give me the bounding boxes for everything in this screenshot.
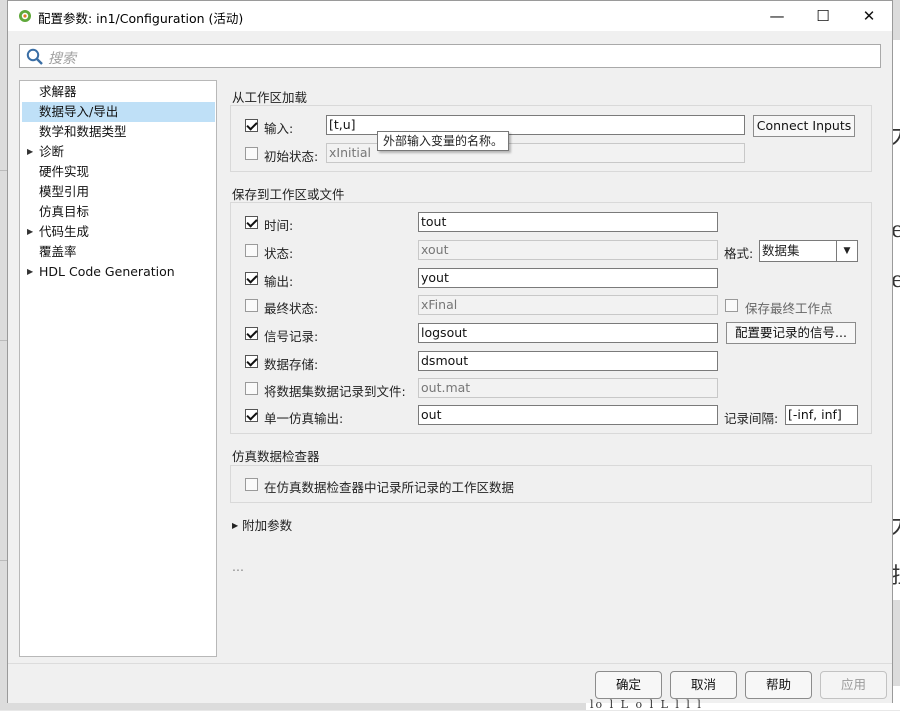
- connect-inputs-button[interactable]: Connect Inputs: [753, 115, 855, 137]
- format-select[interactable]: 数据集 ▼: [759, 240, 858, 262]
- input-tooltip: 外部输入变量的名称。: [377, 131, 510, 151]
- category-tree: 求解器 数据导入/导出 数学和数据类型 ▶ 诊断 硬件实现 模型引用 仿真目标 ▶…: [19, 80, 217, 657]
- signal-logging-label: 信号记录:: [264, 329, 319, 344]
- states-field[interactable]: xout: [418, 240, 718, 260]
- help-button[interactable]: 帮助: [745, 671, 812, 699]
- save-section-title: 保存到工作区或文件: [232, 187, 345, 202]
- background-document-edge: 力 e e 力 担 E: [893, 40, 900, 600]
- nav-item-coverage[interactable]: 覆盖率: [22, 242, 215, 262]
- nav-item-simulation-target[interactable]: 仿真目标: [22, 202, 215, 222]
- maximize-button[interactable]: ☐: [800, 1, 846, 31]
- signal-logging-field[interactable]: logsout: [418, 323, 718, 343]
- input-checkbox[interactable]: [245, 119, 258, 132]
- states-checkbox[interactable]: [245, 244, 258, 257]
- log-dataset-to-file-field[interactable]: out.mat: [418, 378, 718, 398]
- expand-arrow-icon[interactable]: ▶: [27, 222, 33, 242]
- output-field[interactable]: yout: [418, 268, 718, 288]
- search-icon: [26, 48, 43, 65]
- output-label: 输出:: [264, 274, 294, 289]
- nav-item-math-data-types[interactable]: 数学和数据类型: [22, 122, 215, 142]
- chevron-down-icon[interactable]: ▼: [836, 241, 857, 261]
- background-line: [0, 560, 7, 561]
- states-label: 状态:: [264, 246, 294, 261]
- configure-signals-button[interactable]: 配置要记录的信号...: [726, 322, 856, 344]
- nav-item-hardware-implementation[interactable]: 硬件实现: [22, 162, 215, 182]
- record-to-sdi-checkbox[interactable]: [245, 478, 258, 491]
- time-field[interactable]: tout: [418, 212, 718, 232]
- simulink-icon: [19, 10, 31, 22]
- format-label: 格式:: [724, 246, 754, 261]
- nav-item-code-generation[interactable]: ▶ 代码生成: [22, 222, 215, 242]
- more-ellipsis: ...: [232, 559, 244, 574]
- data-stores-field[interactable]: dsmout: [418, 351, 718, 371]
- nav-item-solver[interactable]: 求解器: [22, 82, 215, 102]
- data-stores-checkbox[interactable]: [245, 355, 258, 368]
- nav-item-hdl-code-generation[interactable]: ▶ HDL Code Generation: [22, 262, 215, 282]
- window-title: 配置参数: in1/Configuration (活动): [38, 11, 244, 26]
- additional-parameters-label: 附加参数: [242, 518, 293, 533]
- title-bar[interactable]: 配置参数: in1/Configuration (活动) — ☐ ✕: [8, 1, 892, 31]
- nav-item-diagnostics[interactable]: ▶ 诊断: [22, 142, 215, 162]
- time-label: 时间:: [264, 218, 294, 233]
- search-input[interactable]: 搜索: [19, 44, 881, 68]
- expand-arrow-icon[interactable]: ▶: [27, 262, 33, 282]
- initial-state-checkbox[interactable]: [245, 147, 258, 160]
- final-states-field[interactable]: xFinal: [418, 295, 718, 315]
- sdi-section-title: 仿真数据检查器: [232, 449, 320, 464]
- output-checkbox[interactable]: [245, 272, 258, 285]
- maximize-icon: ☐: [816, 7, 830, 25]
- ok-button[interactable]: 确定: [595, 671, 662, 699]
- save-final-operating-point-label: 保存最终工作点: [745, 301, 833, 316]
- background-document-text: lo l L o l L l l l: [590, 698, 703, 711]
- log-dataset-to-file-checkbox[interactable]: [245, 382, 258, 395]
- apply-button[interactable]: 应用: [820, 671, 887, 699]
- configuration-parameters-dialog: 配置参数: in1/Configuration (活动) — ☐ ✕ 搜索 求解…: [7, 0, 893, 703]
- log-interval-label: 记录间隔:: [724, 411, 779, 426]
- save-final-operating-point-checkbox[interactable]: [725, 299, 738, 312]
- single-sim-output-checkbox[interactable]: [245, 409, 258, 422]
- time-checkbox[interactable]: [245, 216, 258, 229]
- minimize-icon: —: [769, 7, 785, 25]
- close-button[interactable]: ✕: [846, 1, 892, 31]
- single-sim-output-field[interactable]: out: [418, 405, 718, 425]
- cancel-button[interactable]: 取消: [670, 671, 737, 699]
- nav-item-data-import-export[interactable]: 数据导入/导出: [22, 102, 215, 122]
- format-value: 数据集: [762, 243, 800, 258]
- input-label: 输入:: [264, 121, 294, 136]
- final-states-checkbox[interactable]: [245, 299, 258, 312]
- expand-arrow-icon[interactable]: ▶: [27, 142, 33, 162]
- nav-item-model-referencing[interactable]: 模型引用: [22, 182, 215, 202]
- final-states-label: 最终状态:: [264, 301, 319, 316]
- single-sim-output-label: 单一仿真输出:: [264, 411, 344, 426]
- close-icon: ✕: [862, 7, 876, 25]
- initial-state-label: 初始状态:: [264, 149, 319, 164]
- log-interval-field[interactable]: [-inf, inf]: [785, 405, 858, 425]
- expand-arrow-icon: ▶: [232, 521, 239, 530]
- signal-logging-checkbox[interactable]: [245, 327, 258, 340]
- search-placeholder: 搜索: [48, 51, 76, 67]
- log-dataset-to-file-label: 将数据集数据记录到文件:: [264, 384, 406, 399]
- record-to-sdi-label: 在仿真数据检查器中记录所记录的工作区数据: [264, 480, 515, 495]
- background-line: [0, 170, 7, 171]
- background-line: [0, 340, 7, 341]
- minimize-button[interactable]: —: [754, 1, 800, 31]
- load-section-title: 从工作区加载: [232, 90, 308, 105]
- data-stores-label: 数据存储:: [264, 357, 319, 372]
- additional-parameters-toggle[interactable]: ▶ 附加参数: [232, 515, 292, 534]
